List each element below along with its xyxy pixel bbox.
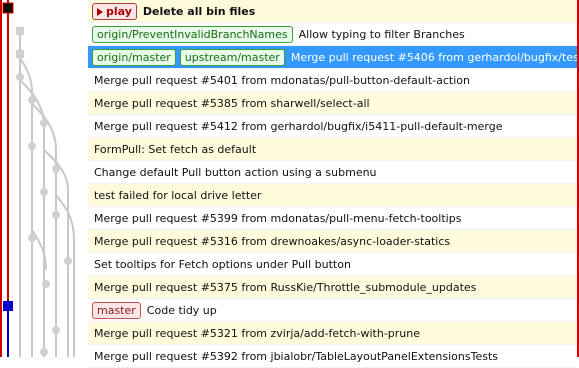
graph-node-master xyxy=(3,301,13,311)
revision-row[interactable]: Merge pull request #5412 from gerhardol/… xyxy=(88,115,577,138)
graph-node-6 xyxy=(28,142,36,150)
commit-message: Code tidy up xyxy=(146,303,217,317)
graph-svg xyxy=(2,0,75,357)
commit-message: Merge pull request #5399 from mdonatas/p… xyxy=(94,211,462,225)
revision-graph xyxy=(2,0,88,357)
revision-row[interactable]: master Code tidy up xyxy=(88,299,577,322)
commit-message: Merge pull request #5385 from sharwell/s… xyxy=(94,96,370,110)
revision-row[interactable]: origin/master upstream/master Merge pull r… xyxy=(88,46,577,69)
graph-node-7 xyxy=(52,165,60,173)
commit-message: Merge pull request #5375 from RussKie/Th… xyxy=(94,280,477,294)
graph-node-8 xyxy=(40,188,48,196)
revision-row[interactable]: Merge pull request #5321 from zvirja/add… xyxy=(88,322,577,345)
commit-message: Merge pull request #5316 from drewnoakes… xyxy=(94,234,451,248)
graph-node-4 xyxy=(28,96,36,104)
commit-message: Merge pull request #5412 from gerhardol/… xyxy=(94,119,503,133)
revision-row[interactable]: Merge pull request #5399 from mdonatas/p… xyxy=(88,207,577,230)
remote-branch-badge[interactable]: origin/PreventInvalidBranchNames xyxy=(92,25,293,43)
revision-row[interactable]: Merge pull request #5385 from sharwell/s… xyxy=(88,92,577,115)
remote-branch-badge[interactable]: origin/master xyxy=(92,48,176,66)
tag-badge[interactable]: play xyxy=(92,2,137,20)
commit-message: Change default Pull button action using … xyxy=(94,165,377,179)
commit-message: Set tooltips for Fetch options under Pul… xyxy=(94,257,351,271)
revision-row[interactable]: Change default Pull button action using … xyxy=(88,161,577,184)
revision-row[interactable]: Merge pull request #5316 from drewnoakes… xyxy=(88,230,577,253)
commit-message: Merge pull request #5321 from zvirja/add… xyxy=(94,326,421,340)
graph-node-2 xyxy=(16,50,24,58)
graph-node-11 xyxy=(64,257,72,265)
graph-node-5 xyxy=(40,119,48,127)
graph-node-head xyxy=(2,2,14,14)
commit-message: Merge pull request #5401 from mdonatas/p… xyxy=(94,73,470,87)
commit-message: Merge pull request #5392 from jbialobr/T… xyxy=(94,349,498,363)
graph-node-10 xyxy=(28,234,36,242)
revision-row[interactable]: origin/PreventInvalidBranchNames Allow ty… xyxy=(88,23,577,46)
graph-node-3 xyxy=(16,73,24,81)
remote-branch-badge[interactable]: upstream/master xyxy=(179,48,285,66)
revision-row[interactable]: play Delete all bin files xyxy=(88,0,577,23)
tag-label: play xyxy=(106,4,132,18)
commit-message: Delete all bin files xyxy=(142,4,256,18)
commit-message: FormPull: Set fetch as default xyxy=(94,142,257,156)
revision-row[interactable]: Merge pull request #5401 from mdonatas/p… xyxy=(88,69,577,92)
revision-row[interactable]: test failed for local drive letter xyxy=(88,184,577,207)
commit-message: test failed for local drive letter xyxy=(94,188,262,202)
revision-row[interactable]: Merge pull request #5375 from RussKie/Th… xyxy=(88,276,577,299)
revision-list: play Delete all bin files origin/PreventIn… xyxy=(88,0,577,368)
graph-node-12 xyxy=(42,280,50,288)
commit-message: Allow typing to filter Branches xyxy=(298,27,465,41)
revision-row[interactable]: FormPull: Set fetch as default xyxy=(88,138,577,161)
graph-node-1 xyxy=(16,27,24,35)
play-arrow-icon xyxy=(97,7,103,16)
graph-node-13 xyxy=(52,326,60,334)
graph-node-14 xyxy=(40,348,48,356)
graph-node-9 xyxy=(52,211,60,219)
revision-row[interactable]: Set tooltips for Fetch options under Pul… xyxy=(88,253,577,276)
commit-message: Merge pull request #5406 from gerhardol/… xyxy=(290,50,577,64)
local-branch-badge[interactable]: master xyxy=(92,301,141,319)
graph-lanes-gray xyxy=(19,35,75,357)
